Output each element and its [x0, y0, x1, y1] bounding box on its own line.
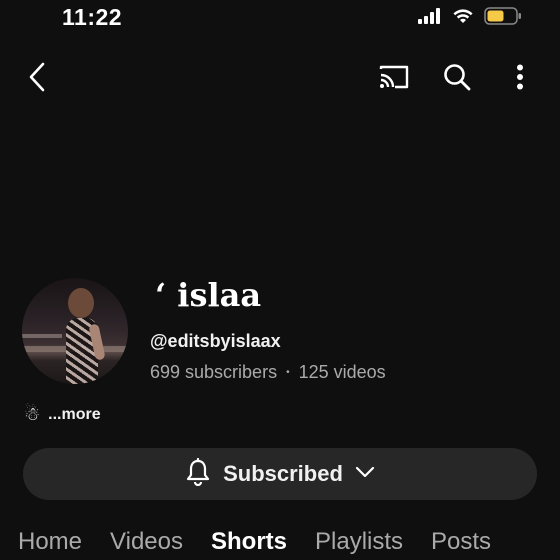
tab-playlists[interactable]: Playlists: [315, 528, 431, 556]
chevron-down-icon: [355, 465, 375, 483]
more-vert-icon: [516, 64, 524, 95]
cellular-signal-icon: [418, 7, 442, 29]
search-icon: [443, 63, 471, 96]
cast-button[interactable]: [376, 62, 412, 96]
tab-home[interactable]: Home: [18, 528, 110, 556]
tab-videos[interactable]: Videos: [110, 528, 211, 556]
more-link[interactable]: ...more: [48, 406, 100, 424]
tab-shorts[interactable]: Shorts: [211, 528, 315, 556]
status-time: 11:22: [62, 4, 123, 30]
search-button[interactable]: [440, 62, 474, 96]
channel-handle: @editsbyislaax: [150, 331, 281, 351]
snowman-icon: ☃: [24, 404, 41, 424]
back-button[interactable]: [20, 62, 54, 96]
wifi-icon: [452, 8, 474, 29]
subscribed-button[interactable]: Subscribed: [23, 448, 537, 500]
status-icons: [418, 6, 522, 30]
subscriber-count: 699 subscribers: [150, 362, 278, 382]
channel-avatar[interactable]: [22, 278, 128, 384]
channel-name: ʻ islaa: [155, 276, 262, 314]
channel-tabs: Home Videos Shorts Playlists Posts: [18, 528, 519, 556]
tab-posts[interactable]: Posts: [431, 528, 519, 556]
channel-description[interactable]: ☃ ...more: [24, 404, 101, 425]
battery-icon: [484, 6, 522, 30]
stats-separator: •: [286, 367, 290, 378]
cast-icon: [378, 64, 410, 95]
back-icon: [27, 62, 47, 97]
more-options-button[interactable]: [503, 62, 537, 96]
subscribed-label: Subscribed: [223, 461, 343, 486]
bell-icon: [185, 457, 211, 491]
channel-stats: 699 subscribers • 125 videos: [150, 362, 386, 383]
video-count: 125 videos: [298, 362, 386, 382]
